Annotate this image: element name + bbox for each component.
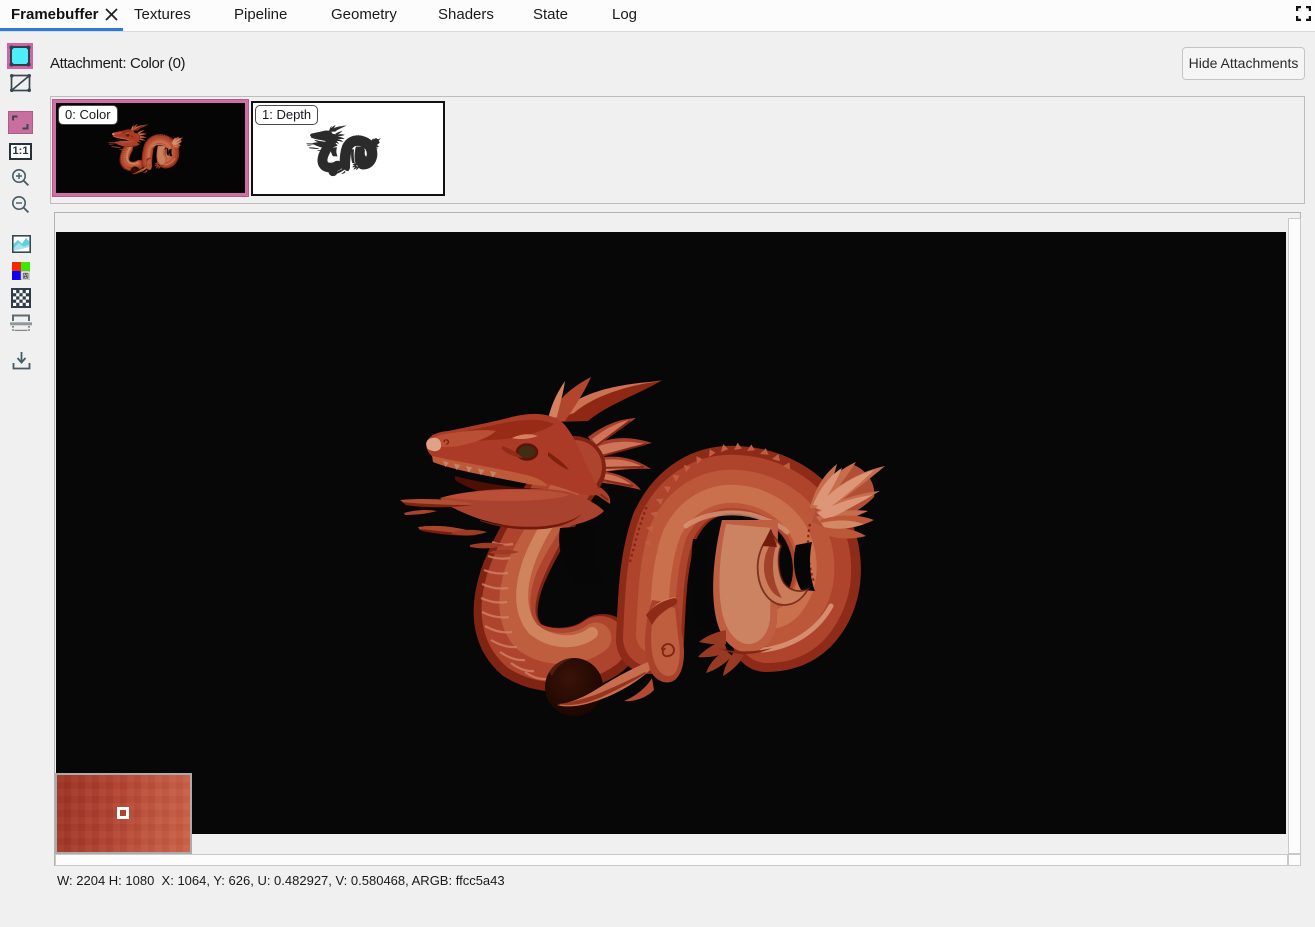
svg-text:A: A bbox=[24, 274, 28, 280]
